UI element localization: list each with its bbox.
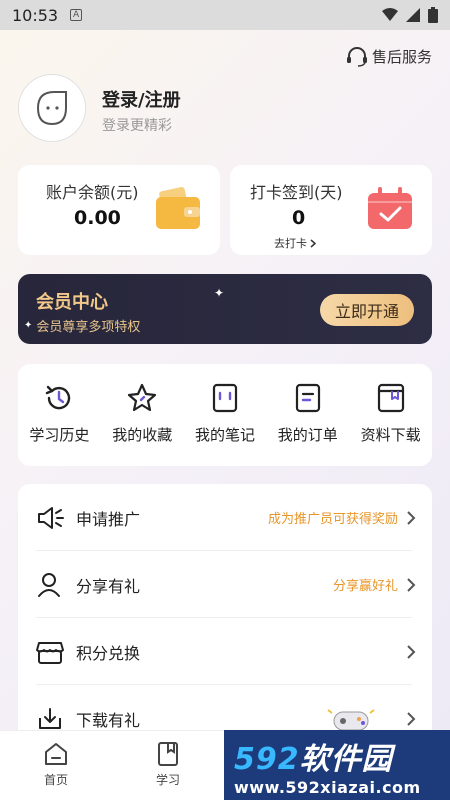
shortcut-label: 我的笔记 <box>194 426 255 444</box>
go-checkin-link[interactable]: 去打卡 <box>274 235 316 251</box>
default-avatar-icon <box>36 91 67 126</box>
headset-icon <box>346 46 367 67</box>
chevron-right-icon <box>407 644 416 659</box>
menu-list: 申请推广 成为推广员可获得奖励 分享有礼 分享赢好礼 积分兑换 下载有礼 <box>18 484 432 744</box>
vip-center-title: 会员中心 <box>36 292 108 313</box>
balance-card[interactable]: 账户余额(元) 0.00 <box>18 165 220 255</box>
nav-label: 首页 <box>43 773 68 787</box>
balance-label: 账户余额(元) <box>46 183 139 202</box>
user-icon <box>38 572 60 597</box>
megaphone-icon <box>38 506 64 529</box>
download-icon <box>39 707 61 729</box>
watermark-text: 软件园 <box>299 741 393 777</box>
chevron-right-icon <box>407 510 416 525</box>
go-checkin-label: 去打卡 <box>274 237 307 250</box>
study-book-icon <box>158 742 178 766</box>
login-subtitle: 登录更精彩 <box>102 118 172 134</box>
watermark-logo: 592软件园 www.592xiazai.com <box>224 730 450 800</box>
shortcut-label: 资料下载 <box>360 426 421 444</box>
sparkle-icon: ✦ <box>214 286 225 300</box>
login-register-link[interactable]: 登录/注册 <box>102 86 181 112</box>
store-icon <box>36 641 64 664</box>
calendar-check-icon <box>368 187 412 229</box>
shortcut-my-favorites[interactable]: 我的收藏 <box>101 364 184 466</box>
watermark-number: 592 <box>234 741 300 777</box>
after-sale-service-button[interactable]: 售后服务 <box>346 46 432 67</box>
gamepad-promo-icon <box>327 708 375 730</box>
nav-study[interactable]: 学习 <box>138 741 198 788</box>
order-icon <box>295 383 320 413</box>
wallet-icon <box>156 187 200 229</box>
shortcut-label: 我的收藏 <box>112 426 173 444</box>
wifi-icon <box>382 8 398 21</box>
chevron-right-icon <box>407 577 416 592</box>
signal-icon <box>406 8 420 22</box>
shortcut-my-notes[interactable]: 我的笔记 <box>184 364 267 466</box>
vip-center-banner[interactable]: 会员中心 ✦ ✦ 会员尊享多项特权 立即开通 <box>18 274 432 344</box>
after-sale-label: 售后服务 <box>371 48 432 66</box>
vip-subtitle: 会员尊享多项特权 <box>36 320 141 335</box>
chevron-right-icon <box>310 238 316 248</box>
notebook-icon <box>212 383 238 413</box>
battery-icon <box>428 7 438 23</box>
checkin-label: 打卡签到(天) <box>250 183 343 202</box>
sparkle-small-icon: ✦ <box>24 320 33 331</box>
menu-item-note: 分享赢好礼 <box>332 579 398 594</box>
shortcut-grid: 学习历史 我的收藏 我的笔记 我的订单 资料下载 <box>18 364 432 466</box>
shortcut-my-orders[interactable]: 我的订单 <box>266 364 349 466</box>
menu-item-label: 申请推广 <box>76 509 141 529</box>
checkin-card[interactable]: 打卡签到(天) 0 去打卡 <box>230 165 432 255</box>
vip-subtitle-row: ✦ 会员尊享多项特权 <box>24 316 140 335</box>
balance-value: 0.00 <box>74 207 121 229</box>
nav-label: 学习 <box>155 773 180 787</box>
open-vip-button[interactable]: 立即开通 <box>320 294 414 326</box>
menu-item-share-gift[interactable]: 分享有礼 分享赢好礼 <box>18 551 432 618</box>
menu-item-note: 成为推广员可获得奖励 <box>267 512 398 527</box>
avatar[interactable] <box>18 74 86 142</box>
book-download-icon <box>377 383 404 413</box>
nav-home[interactable]: 首页 <box>26 741 86 788</box>
shortcut-study-history[interactable]: 学习历史 <box>18 364 101 466</box>
watermark-url: www.592xiazai.com <box>234 777 421 797</box>
home-icon <box>45 743 67 765</box>
menu-item-apply-promotion[interactable]: 申请推广 成为推广员可获得奖励 <box>18 484 432 551</box>
shortcut-material-download[interactable]: 资料下载 <box>349 364 432 466</box>
menu-item-label: 分享有礼 <box>76 576 141 596</box>
star-icon <box>128 383 157 412</box>
menu-item-points-exchange[interactable]: 积分兑换 <box>18 618 432 685</box>
chevron-right-icon <box>407 711 416 726</box>
history-icon <box>46 385 71 410</box>
menu-item-label: 积分兑换 <box>76 643 141 663</box>
status-time: 10:53 <box>12 5 59 25</box>
checkin-value: 0 <box>292 207 306 229</box>
menu-item-label: 下载有礼 <box>76 710 141 730</box>
shortcut-label: 学习历史 <box>29 426 90 444</box>
notification-a-badge: A <box>70 9 83 21</box>
status-bar: 10:53 A <box>0 0 450 30</box>
shortcut-label: 我的订单 <box>277 426 338 444</box>
